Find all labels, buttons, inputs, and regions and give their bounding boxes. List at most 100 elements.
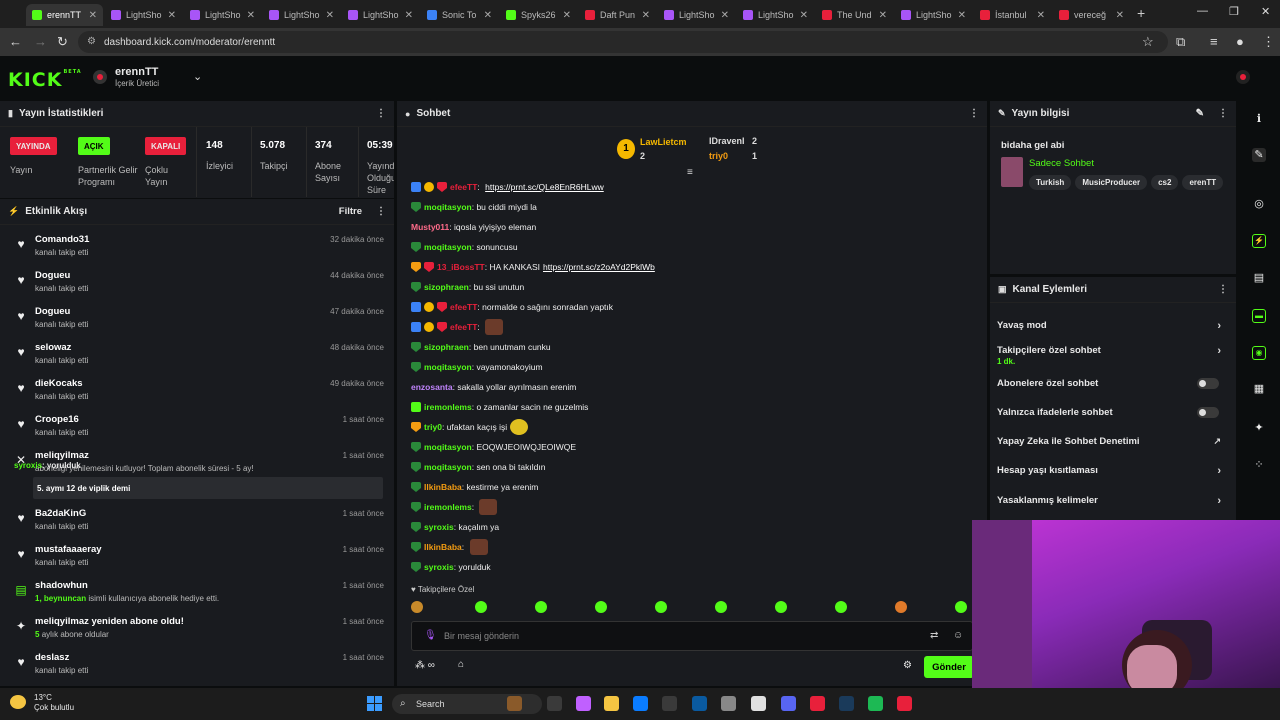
emote-image[interactable] (469, 539, 488, 555)
emote-icon[interactable] (895, 601, 907, 613)
emote-image[interactable] (510, 419, 529, 435)
chat-link[interactable]: https://prnt.sc/QLe8EnR6HLww (485, 182, 604, 192)
emoji-icon[interactable]: ☺ (953, 630, 963, 641)
toggle-switch[interactable] (1197, 407, 1219, 418)
chat-link[interactable]: https://prnt.sc/z2oAYd2PklWb (543, 262, 655, 272)
bookmark-star-icon[interactable]: ☆ (1142, 34, 1154, 50)
discord-icon[interactable] (781, 696, 796, 711)
filter-button[interactable]: Filtre (339, 206, 362, 217)
broadcast-icon[interactable]: ◉ (1252, 346, 1266, 360)
activity-item[interactable]: ♥ Dogueu kanalı takip etti 47 dakika önce (10, 304, 384, 338)
new-tab-button[interactable]: + (1137, 5, 1145, 21)
channel-action-row[interactable]: Yavaş mod › (997, 320, 1229, 332)
channel-action-row[interactable]: Yalnızca ifadelerle sohbet (997, 407, 1229, 418)
browser-tab[interactable]: erennTT ✕ (26, 4, 103, 26)
activity-user[interactable]: shadowhun (35, 580, 88, 591)
edit-icon[interactable]: ✎ (1252, 148, 1266, 162)
forward-icon[interactable]: → (34, 34, 47, 49)
emote-icon[interactable] (835, 601, 847, 613)
emote-icon[interactable] (955, 601, 967, 613)
activity-user[interactable]: Croope16 (35, 414, 79, 425)
profile-avatar[interactable]: ● (1236, 34, 1244, 49)
browser-tab[interactable]: The Und ✕ (816, 4, 893, 26)
activity-item[interactable]: ♥ dieKocaks kanalı takip etti 49 dakika önc… (10, 376, 384, 410)
settings-icon[interactable] (721, 696, 736, 711)
activity-user[interactable]: selowaz (35, 342, 71, 353)
steam-icon[interactable] (839, 696, 854, 711)
obs-icon[interactable] (810, 696, 825, 711)
browser-tab[interactable]: Daft Pun ✕ (579, 4, 656, 26)
close-tab-icon[interactable]: ✕ (563, 10, 571, 21)
activity-item[interactable]: ♥ Dogueu kanalı takip etti 44 dakika önce (10, 268, 384, 302)
chat-settings-icon[interactable]: ⚙ (903, 660, 912, 671)
emote-icon[interactable] (775, 601, 787, 613)
info-menu-icon[interactable]: ⋮ (1218, 108, 1228, 119)
channel-action-row[interactable]: Yapay Zeka ile Sohbet Denetimi ↗ (997, 436, 1229, 447)
close-tab-icon[interactable]: ✕ (405, 10, 413, 21)
close-tab-icon[interactable]: ✕ (800, 10, 808, 21)
outlook-icon[interactable] (692, 696, 707, 711)
leader-1-name[interactable]: LawLietcm (640, 137, 687, 147)
close-tab-icon[interactable]: ✕ (879, 10, 887, 21)
file-explorer-icon[interactable] (604, 696, 619, 711)
maximize-icon[interactable]: ❐ (1229, 5, 1239, 18)
copilot-icon[interactable] (576, 696, 591, 711)
close-tab-icon[interactable]: ✕ (168, 10, 176, 21)
store-icon[interactable] (662, 696, 677, 711)
activity-item[interactable]: ▤ shadowhun 1, beynuncan isimli kullanıcıy… (10, 578, 384, 612)
chat-username[interactable]: IlkinBaba (424, 482, 462, 492)
channel-action-row[interactable]: Takipçilere özel sohbet 1 dk. › (997, 345, 1229, 366)
activity-item[interactable]: ♥ Ba2daKinG kanalı takip etti 1 saat önce (10, 506, 384, 540)
channel-action-row[interactable]: Yasaklanmış kelimeler › (997, 495, 1229, 507)
browser-tab[interactable]: Sonic To ✕ (421, 4, 498, 26)
browser-tab[interactable]: LightSho ✕ (895, 4, 972, 26)
emote-icon[interactable] (655, 601, 667, 613)
chat-username[interactable]: triy0 (424, 422, 442, 432)
translate-icon[interactable]: ⇄ (930, 630, 938, 641)
close-tab-icon[interactable]: ✕ (247, 10, 255, 21)
stats-menu-icon[interactable]: ⋮ (376, 108, 386, 119)
close-tab-icon[interactable]: ✕ (326, 10, 334, 21)
activity-user[interactable]: Ba2daKinG (35, 508, 86, 519)
emote-icon[interactable] (475, 601, 487, 613)
emote-icon[interactable] (411, 601, 423, 613)
chat-username[interactable]: 13_iBossTT (437, 262, 485, 272)
url-field[interactable]: ⚙ dashboard.kick.com/moderator/erenntt (78, 31, 1168, 53)
activity-user[interactable]: meliqyilmaz (35, 450, 89, 461)
emote-icon[interactable] (535, 601, 547, 613)
activity-item[interactable]: ♥ mustafaaaeray kanalı takip etti 1 saat ön… (10, 542, 384, 576)
extensions-icon[interactable]: ⧉ (1176, 34, 1185, 50)
activity-user[interactable]: dieKocaks (35, 378, 83, 389)
browser-tab[interactable]: LightSho ✕ (342, 4, 419, 26)
pin-icon[interactable]: ≡ (687, 167, 693, 178)
chat-username[interactable]: efeeTT (450, 322, 477, 332)
media-controls-icon[interactable]: ≡ (1210, 34, 1218, 49)
spotify-icon[interactable] (868, 696, 883, 711)
browser-tab[interactable]: Spyks26 ✕ (500, 4, 577, 26)
chat-username[interactable]: moqitasyon (424, 442, 472, 452)
category-thumbnail[interactable] (1001, 157, 1023, 187)
store-icon[interactable]: ⌂ (458, 659, 464, 670)
task-view-icon[interactable] (547, 696, 562, 711)
activity-item[interactable]: ♥ deslasz kanalı takip etti 1 saat önce (10, 650, 384, 684)
close-tab-icon[interactable]: ✕ (89, 10, 97, 21)
microphone-icon[interactable]: 🎙 (424, 630, 437, 641)
activity-menu-icon[interactable]: ⋮ (376, 206, 386, 217)
chat-icon[interactable]: ▬ (1252, 309, 1266, 323)
grid-icon[interactable]: ▦ (1252, 382, 1266, 396)
toggle-switch[interactable] (1197, 378, 1219, 389)
activity-user[interactable]: meliqyilmaz yeniden abone oldu! (35, 616, 184, 627)
message-input[interactable]: 🎙 Bir mesaj gönderin ⇄ ☺ (411, 621, 973, 651)
minimize-icon[interactable]: — (1197, 5, 1208, 17)
chat-username[interactable]: sizophraen (424, 342, 469, 352)
info-icon[interactable]: ℹ (1252, 112, 1266, 126)
partner-on-badge[interactable]: AÇIK (78, 137, 110, 155)
target-icon[interactable]: ◎ (1252, 197, 1266, 211)
chat-username[interactable]: moqitasyon (424, 462, 472, 472)
chat-username[interactable]: moqitasyon (424, 362, 472, 372)
close-tab-icon[interactable]: ✕ (958, 10, 966, 21)
close-tab-icon[interactable]: ✕ (642, 10, 650, 21)
leader-2-name[interactable]: IDravenI (709, 136, 745, 146)
tool-icon[interactable]: ✦ (1252, 421, 1266, 435)
activity-item[interactable]: ✦ meliqyilmaz yeniden abone oldu! 5 aylık … (10, 614, 384, 648)
